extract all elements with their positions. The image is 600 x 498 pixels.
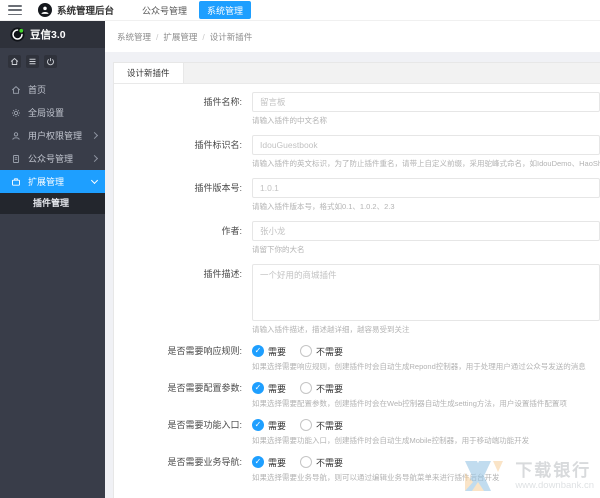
breadcrumb-separator: / <box>156 31 159 42</box>
plugin-identifier-input[interactable] <box>252 135 600 155</box>
form-row: 是否需要业务导航: 需要 不需要 如果选择需要业务导航，则可以通过编辑业务导航菜… <box>114 455 600 482</box>
radio-checked-icon[interactable] <box>252 382 264 394</box>
field-hint: 请输入插件的中文名称 <box>252 116 327 125</box>
user-icon <box>11 131 21 141</box>
plugin-description-textarea[interactable] <box>252 264 600 321</box>
field-hint: 请输入插件描述，描述越详细，越容易受到关注 <box>252 325 410 334</box>
field-label: 是否需要配置参数: <box>167 383 242 393</box>
radio-option-label[interactable]: 需要 <box>268 382 286 395</box>
douxin-logo-icon <box>10 27 25 42</box>
chevron-down-icon <box>90 176 99 184</box>
home-icon <box>11 85 21 95</box>
sidebar-item-home[interactable]: 首页 <box>0 78 105 101</box>
topbar: 系统管理后台 公众号管理 系统管理 <box>0 0 600 21</box>
logo-row: 豆信3.0 <box>0 21 105 48</box>
radio-unchecked-icon[interactable] <box>300 382 313 394</box>
sidebar-item-official-accounts[interactable]: 公众号管理 <box>0 147 105 170</box>
field-label: 插件标识名: <box>194 140 242 150</box>
hamburger-menu-icon[interactable] <box>8 5 22 15</box>
plugin-name-input[interactable] <box>252 92 600 112</box>
radio-checked-icon[interactable] <box>252 345 264 357</box>
content-card: 设计新插件 插件名称: 请输入插件的中文名称 插件标识名: 请输入插件的英文标识… <box>113 62 600 498</box>
field-label: 插件描述: <box>203 269 242 279</box>
radio-option-label[interactable]: 需要 <box>268 456 286 469</box>
form-row: 是否需要响应规则: 需要 不需要 如果选择需要响应规则，创建插件时会自动生成Re… <box>114 344 600 371</box>
sidebar-item-user-permissions[interactable]: 用户权限管理 <box>0 124 105 147</box>
sidebar-menu: 首页 全局设置 用户权限管理 公众号管理 扩展管理 插件管理 <box>0 78 105 214</box>
radio-option-label[interactable]: 不需要 <box>316 345 343 358</box>
sidebar: 豆信3.0 首页 全局设置 用户权限管理 公众号管理 扩展管理 插件管理 <box>0 21 105 498</box>
breadcrumb: 系统管理 / 扩展管理 / 设计新插件 <box>105 21 600 52</box>
topnav-item-system[interactable]: 系统管理 <box>199 1 252 19</box>
field-label: 是否需要响应规则: <box>167 346 242 356</box>
field-label: 插件版本号: <box>194 183 242 193</box>
document-icon <box>11 154 21 164</box>
tab-design-new-plugin[interactable]: 设计新插件 <box>114 63 184 83</box>
form-row: 作者: 请留下你的大名 <box>114 221 600 254</box>
new-plugin-form: 插件名称: 请输入插件的中文名称 插件标识名: 请输入插件的英文标识，为了防止插… <box>114 84 600 482</box>
field-hint: 如果选择需要配置参数，创建插件时会在Web控制器自动生成setting方法，用户… <box>252 399 567 408</box>
field-label: 插件名称: <box>203 97 242 107</box>
radio-option-label[interactable]: 需要 <box>268 419 286 432</box>
logo-text: 豆信3.0 <box>30 29 66 41</box>
home-icon[interactable] <box>8 55 21 68</box>
form-row: 插件标识名: 请输入插件的英文标识，为了防止插件重名，请带上自定义前缀，采用驼峰… <box>114 135 600 168</box>
power-icon[interactable] <box>44 55 57 68</box>
form-row: 是否需要功能入口: 需要 不需要 如果选择需要功能入口，创建插件时会自动生成Mo… <box>114 418 600 445</box>
form-row: 是否需要配置参数: 需要 不需要 如果选择需要配置参数，创建插件时会在Web控制… <box>114 381 600 408</box>
radio-option-label[interactable]: 不需要 <box>316 419 343 432</box>
breadcrumb-item: 设计新插件 <box>209 31 253 42</box>
chevron-right-icon <box>90 131 99 140</box>
author-input[interactable] <box>252 221 600 241</box>
form-row: 插件版本号: 请输入插件版本号，格式如0.1、1.0.2、2.3 <box>114 178 600 211</box>
sidebar-submenu: 插件管理 <box>0 193 105 214</box>
radio-group-response-rules: 需要 不需要 <box>252 344 600 358</box>
app-title: 系统管理后台 <box>57 6 115 17</box>
tab-bar: 设计新插件 <box>114 63 600 84</box>
gear-icon <box>11 108 21 118</box>
app-window: 系统管理后台 公众号管理 系统管理 豆信3.0 首页 全局设置 用户权限管理 公… <box>0 0 600 498</box>
sidebar-item-global-settings[interactable]: 全局设置 <box>0 101 105 124</box>
chevron-right-icon <box>90 154 99 163</box>
topnav-item-mp[interactable]: 公众号管理 <box>142 4 187 17</box>
radio-option-label[interactable]: 需要 <box>268 345 286 358</box>
radio-option-label[interactable]: 不需要 <box>316 456 343 469</box>
radio-unchecked-icon[interactable] <box>300 419 313 431</box>
avatar[interactable] <box>38 3 52 17</box>
radio-checked-icon[interactable] <box>252 419 264 431</box>
radio-unchecked-icon[interactable] <box>300 456 313 468</box>
content-pane: 系统管理 / 扩展管理 / 设计新插件 设计新插件 插件名称: 请输入插件的中文… <box>105 21 600 498</box>
list-icon[interactable] <box>26 55 39 68</box>
field-label: 作者: <box>221 226 242 236</box>
field-label: 是否需要业务导航: <box>167 457 242 467</box>
top-nav: 公众号管理 系统管理 <box>142 1 263 19</box>
field-label: 是否需要功能入口: <box>167 420 242 430</box>
field-hint: 如果选择需要响应规则，创建插件时会自动生成Repond控制器，用于处理用户通过公… <box>252 362 586 371</box>
breadcrumb-item[interactable]: 系统管理 <box>117 31 151 43</box>
form-row: 插件描述: 请输入插件描述，描述越详细，越容易受到关注 <box>114 264 600 334</box>
form-row: 插件名称: 请输入插件的中文名称 <box>114 92 600 125</box>
field-hint: 请输入插件版本号，格式如0.1、1.0.2、2.3 <box>252 202 395 211</box>
field-hint: 如果选择需要功能入口，创建插件时会自动生成Mobile控制器，用于移动端功能开发 <box>252 436 530 445</box>
plugin-version-input[interactable] <box>252 178 600 198</box>
field-hint: 请留下你的大名 <box>252 245 305 254</box>
radio-group-business-nav: 需要 不需要 <box>252 455 600 469</box>
breadcrumb-item[interactable]: 扩展管理 <box>163 31 197 43</box>
sidebar-item-extensions[interactable]: 扩展管理 <box>0 170 105 193</box>
sidebar-item-plugin-management[interactable]: 插件管理 <box>0 193 105 214</box>
breadcrumb-separator: / <box>202 31 205 42</box>
briefcase-icon <box>11 177 21 187</box>
radio-group-config-params: 需要 不需要 <box>252 381 600 395</box>
radio-checked-icon[interactable] <box>252 456 264 468</box>
radio-group-function-entry: 需要 不需要 <box>252 418 600 432</box>
radio-unchecked-icon[interactable] <box>300 345 313 357</box>
field-hint: 如果选择需要业务导航，则可以通过编辑业务导航菜单来进行插件后台开发 <box>252 473 500 482</box>
sidebar-quick-actions <box>0 48 105 74</box>
person-icon <box>41 6 49 14</box>
field-hint: 请输入插件的英文标识，为了防止插件重名，请带上自定义前缀，采用驼峰式命名，如Id… <box>252 159 600 168</box>
radio-option-label[interactable]: 不需要 <box>316 382 343 395</box>
